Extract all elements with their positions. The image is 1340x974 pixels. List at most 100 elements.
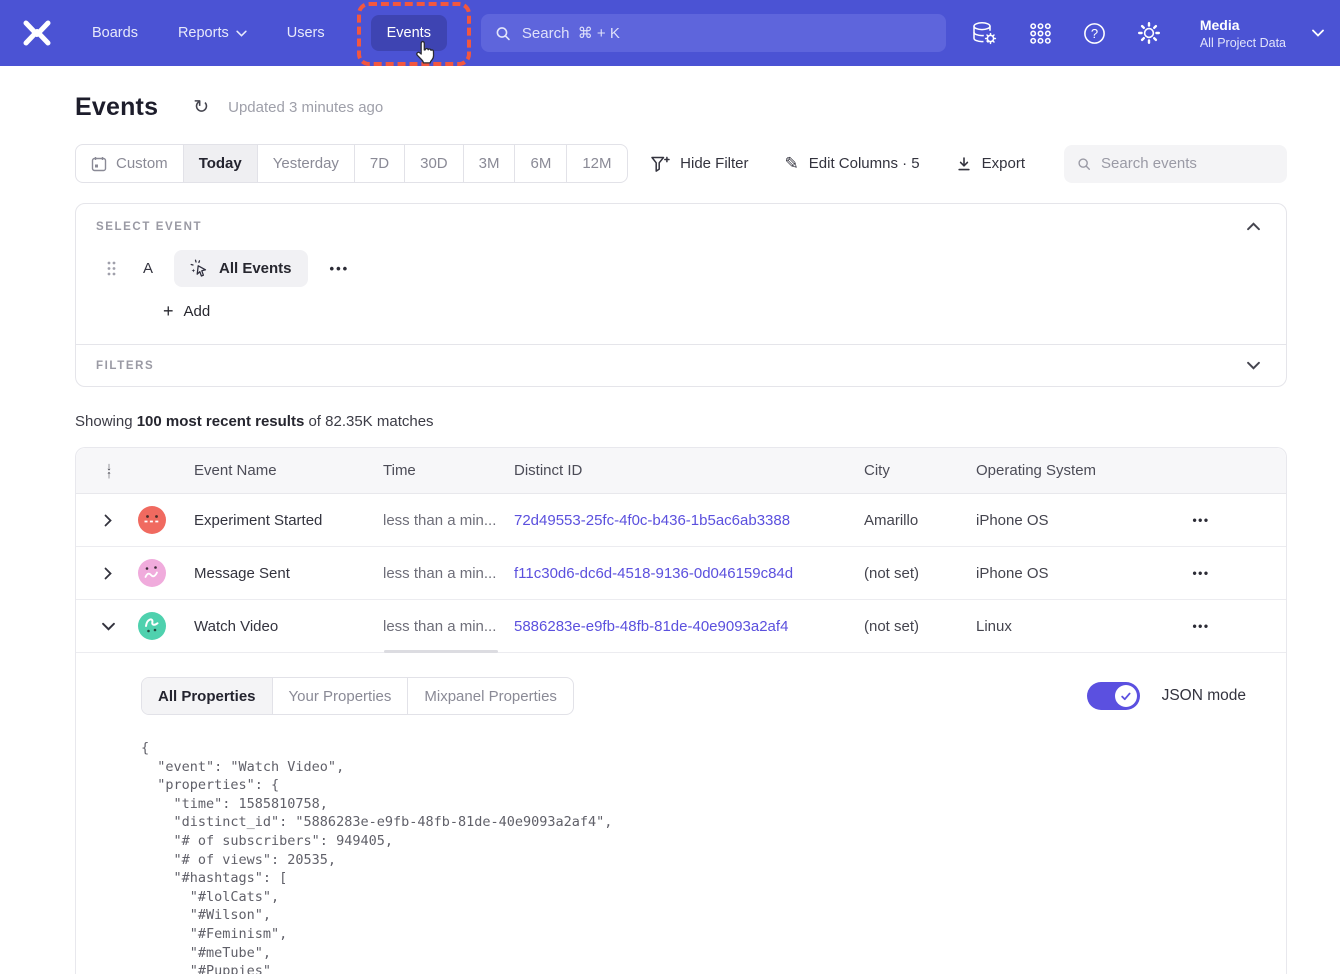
cell-city: (not set) — [864, 618, 976, 635]
export-button[interactable]: Export — [956, 155, 1025, 172]
tab-your-properties[interactable]: Your Properties — [273, 678, 409, 714]
global-search-input[interactable] — [522, 25, 932, 42]
updated-timestamp: Updated 3 minutes ago — [228, 99, 383, 116]
nav-item-reports[interactable]: Reports — [178, 25, 247, 41]
row-menu-icon[interactable]: ••• — [1184, 509, 1217, 531]
results-summary: Showing 100 most recent results of 82.35… — [75, 413, 1287, 430]
event-detail-panel: All Properties Your Properties Mixpanel … — [76, 653, 1286, 974]
nav-item-users[interactable]: Users — [287, 25, 325, 41]
collapse-section-icon[interactable] — [1241, 220, 1266, 233]
tab-mixpanel-properties[interactable]: Mixpanel Properties — [408, 678, 573, 714]
expand-row-icon[interactable] — [96, 561, 120, 585]
cell-time: less than a min... — [383, 512, 514, 529]
settings-gear-icon[interactable] — [1137, 21, 1161, 45]
add-event-button[interactable]: + Add — [163, 301, 210, 322]
chevron-down-icon — [1312, 29, 1324, 37]
col-city: City — [864, 462, 976, 479]
collapse-row-icon[interactable] — [96, 614, 120, 638]
range-7d[interactable]: 7D — [355, 145, 405, 182]
help-icon[interactable]: ? — [1083, 22, 1106, 45]
cell-city: (not set) — [864, 565, 976, 582]
drag-handle-icon[interactable] — [106, 260, 117, 277]
edit-columns-button[interactable]: ✎ Edit Columns · 5 — [785, 155, 920, 172]
mixpanel-logo-icon[interactable] — [22, 18, 52, 48]
sort-icon[interactable]: ↓↑ — [99, 463, 119, 479]
cell-time: less than a min... — [383, 618, 514, 635]
pencil-icon: ✎ — [785, 155, 799, 172]
svg-text:?: ? — [1091, 26, 1098, 41]
events-table: ↓↑ Event Name Time Distinct ID City Oper… — [75, 447, 1287, 974]
check-icon — [1121, 692, 1131, 701]
project-scope: All Project Data — [1200, 35, 1286, 51]
toggle-knob — [1115, 685, 1137, 707]
cell-event-name: Watch Video — [194, 618, 383, 635]
project-name: Media — [1200, 16, 1286, 35]
range-yesterday[interactable]: Yesterday — [258, 145, 355, 182]
cell-city: Amarillo — [864, 512, 976, 529]
range-3m[interactable]: 3M — [464, 145, 516, 182]
plus-icon: + — [163, 301, 174, 322]
date-range-control: Custom Today Yesterday 7D 30D 3M 6M 12M — [75, 144, 628, 183]
col-distinct-id: Distinct ID — [514, 462, 864, 479]
range-30d[interactable]: 30D — [405, 145, 464, 182]
row-menu-icon[interactable]: ••• — [1184, 615, 1217, 637]
range-today[interactable]: Today — [184, 145, 258, 182]
cell-event-name: Experiment Started — [194, 512, 383, 529]
cell-os: iPhone OS — [976, 512, 1116, 529]
event-row-menu[interactable]: ••• — [324, 257, 356, 280]
json-mode-label: JSON mode — [1162, 687, 1246, 705]
event-avatar — [138, 559, 166, 587]
select-event-label: SELECT EVENT — [96, 221, 202, 233]
event-avatar — [138, 506, 166, 534]
download-icon — [956, 156, 972, 172]
cell-distinct-id[interactable]: f11c30d6-dc6d-4518-9136-0d046159c84d — [514, 565, 864, 582]
hide-filter-button[interactable]: Hide Filter — [650, 155, 748, 173]
expand-filters-icon[interactable] — [1241, 359, 1266, 372]
all-events-label: All Events — [219, 260, 292, 277]
expand-row-icon[interactable] — [96, 508, 120, 532]
data-management-icon[interactable] — [971, 21, 998, 46]
col-event-name: Event Name — [194, 462, 383, 479]
query-builder-card: SELECT EVENT A — [75, 203, 1287, 387]
nav-item-boards[interactable]: Boards — [92, 25, 138, 41]
row-menu-icon[interactable]: ••• — [1184, 562, 1217, 584]
range-6m[interactable]: 6M — [515, 145, 567, 182]
col-time: Time — [383, 462, 514, 479]
refresh-icon[interactable]: ↻ — [193, 98, 209, 117]
main-nav: Boards Reports Users Events — [92, 24, 447, 42]
magic-cursor-icon — [190, 259, 209, 278]
nav-item-events[interactable]: Events — [371, 15, 447, 51]
table-row: Message Sent less than a min... f11c30d6… — [76, 547, 1286, 600]
col-os: Operating System — [976, 462, 1116, 479]
search-icon — [495, 25, 511, 42]
event-avatar — [138, 612, 166, 640]
horizontal-scrollbar[interactable] — [384, 650, 498, 653]
all-events-selector[interactable]: All Events — [174, 250, 308, 287]
tab-all-properties[interactable]: All Properties — [142, 678, 273, 714]
table-row: Experiment Started less than a min... 72… — [76, 494, 1286, 547]
cell-time: less than a min... — [383, 565, 514, 582]
events-search[interactable] — [1064, 145, 1287, 183]
apps-grid-icon[interactable] — [1029, 22, 1052, 45]
event-row-letter: A — [143, 260, 157, 277]
page-title: Events — [75, 93, 158, 122]
cell-os: iPhone OS — [976, 565, 1116, 582]
chevron-down-icon — [236, 30, 247, 37]
filter-icon — [650, 155, 670, 173]
cell-distinct-id[interactable]: 72d49553-25fc-4f0c-b436-1b5ac6ab3388 — [514, 512, 864, 529]
cell-os: Linux — [976, 618, 1116, 635]
range-12m[interactable]: 12M — [567, 145, 626, 182]
global-search[interactable] — [481, 14, 946, 52]
filters-label: FILTERS — [96, 360, 154, 372]
event-json: { "event": "Watch Video", "properties": … — [141, 739, 1266, 974]
table-header-row: ↓↑ Event Name Time Distinct ID City Oper… — [76, 448, 1286, 494]
properties-tabs: All Properties Your Properties Mixpanel … — [141, 677, 574, 715]
calendar-icon — [91, 156, 107, 172]
cell-event-name: Message Sent — [194, 565, 383, 582]
json-mode-toggle[interactable] — [1087, 682, 1140, 710]
search-icon — [1077, 156, 1091, 172]
project-selector[interactable]: Media All Project Data — [1200, 16, 1324, 51]
range-custom[interactable]: Custom — [76, 145, 184, 182]
cell-distinct-id[interactable]: 5886283e-e9fb-48fb-81de-40e9093a2af4 — [514, 618, 864, 635]
events-search-input[interactable] — [1101, 155, 1274, 172]
